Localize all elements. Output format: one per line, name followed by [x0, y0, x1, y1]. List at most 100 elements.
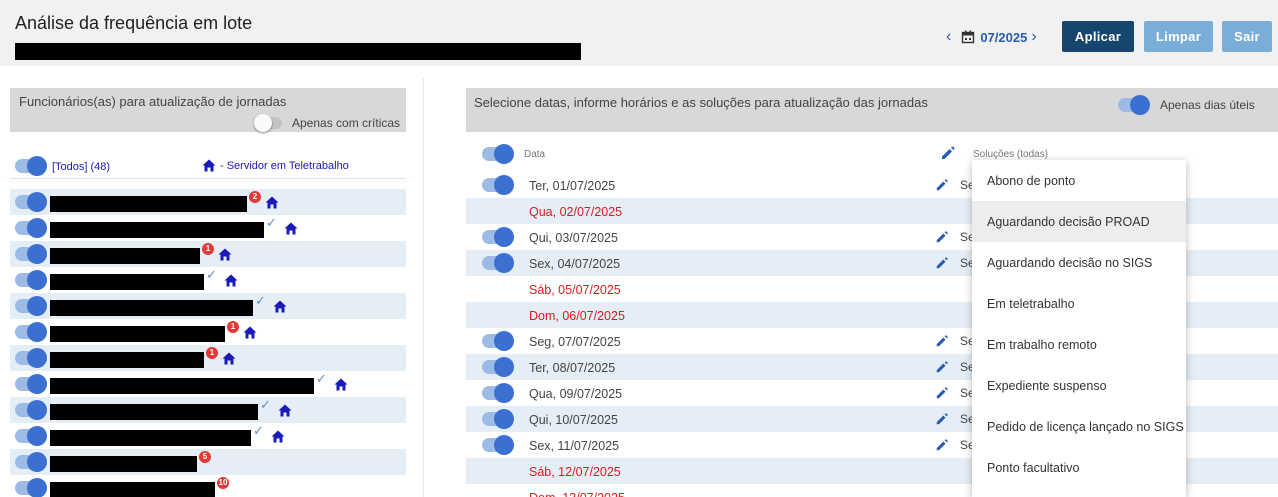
- check-icon: ✓: [255, 293, 266, 308]
- employee-toggle[interactable]: [15, 426, 47, 446]
- employees-panel-title: Funcionários(as) para atualização de jor…: [19, 94, 287, 109]
- critical-count-badge: 1: [202, 243, 214, 255]
- employee-toggle[interactable]: [15, 400, 47, 420]
- select-all-toggle[interactable]: [15, 156, 47, 176]
- edit-all-pencil-icon[interactable]: [940, 145, 956, 166]
- date-label: Sex, 04/07/2025: [529, 257, 621, 271]
- employees-list-header: [Todos] (48) - Servidor em Teletrabalho: [10, 153, 406, 179]
- home-icon: [334, 378, 348, 396]
- employee-row[interactable]: 2: [10, 189, 406, 215]
- solution-option[interactable]: Pedido de licença lançado no SIGS: [972, 406, 1186, 447]
- home-icon: [243, 326, 257, 344]
- edit-pencil-icon[interactable]: [935, 178, 949, 197]
- employee-row[interactable]: 1: [10, 241, 406, 267]
- employee-row[interactable]: 1: [10, 345, 406, 371]
- edit-pencil-icon[interactable]: [935, 334, 949, 353]
- critical-count-badge: 10: [217, 477, 229, 489]
- employees-list: [Todos] (48) - Servidor em Teletrabalho …: [10, 153, 406, 497]
- edit-pencil-icon[interactable]: [935, 256, 949, 275]
- solution-option[interactable]: Aguardando decisão no SIGS: [972, 242, 1186, 283]
- date-label: Sex, 11/07/2025: [529, 439, 620, 453]
- date-toggle[interactable]: [482, 383, 514, 403]
- edit-pencil-icon[interactable]: [935, 412, 949, 431]
- date-label: Sáb, 05/07/2025: [529, 283, 621, 297]
- solution-option[interactable]: Em teletrabalho: [972, 283, 1186, 324]
- date-toggle[interactable]: [482, 409, 514, 429]
- employee-row[interactable]: 10: [10, 475, 406, 497]
- panel-divider: [423, 78, 424, 497]
- clear-button[interactable]: Limpar: [1144, 21, 1213, 52]
- redacted-employee-name: [50, 196, 247, 212]
- solution-option[interactable]: Ponto facultativo: [972, 447, 1186, 488]
- home-icon: [224, 274, 238, 292]
- edit-pencil-icon[interactable]: [935, 438, 949, 457]
- date-label: Dom, 13/07/2025: [529, 491, 625, 497]
- period-value[interactable]: 07/2025: [980, 30, 1027, 45]
- employee-toggle[interactable]: [15, 322, 47, 342]
- edit-pencil-icon[interactable]: [935, 360, 949, 379]
- employee-toggle[interactable]: [15, 452, 47, 472]
- date-toggle[interactable]: [482, 435, 514, 455]
- employee-toggle[interactable]: [15, 296, 47, 316]
- employee-row[interactable]: ✓: [10, 423, 406, 449]
- date-toggle[interactable]: [482, 331, 514, 351]
- edit-pencil-icon[interactable]: [935, 230, 949, 249]
- redacted-employee-name: [50, 222, 264, 238]
- employee-toggle[interactable]: [15, 192, 47, 212]
- critical-only-label: Apenas com críticas: [292, 116, 401, 130]
- employee-row[interactable]: ✓: [10, 397, 406, 423]
- calendar-icon[interactable]: [961, 30, 975, 44]
- employee-row[interactable]: ✓: [10, 215, 406, 241]
- employee-toggle[interactable]: [15, 270, 47, 290]
- chevron-right-icon[interactable]: ›: [1027, 28, 1040, 46]
- date-toggle[interactable]: [482, 175, 514, 195]
- apply-button[interactable]: Aplicar: [1062, 21, 1134, 52]
- select-all-label[interactable]: [Todos] (48): [52, 161, 110, 173]
- solutions-column-header[interactable]: Soluções (todas): [973, 149, 1048, 160]
- date-toggle[interactable]: [482, 357, 514, 377]
- employee-row[interactable]: 1: [10, 319, 406, 345]
- date-toggle[interactable]: [482, 227, 514, 247]
- date-toggle[interactable]: [482, 253, 514, 273]
- redacted-subtitle: [15, 43, 581, 60]
- date-label: Qua, 09/07/2025: [529, 387, 623, 401]
- select-all-dates-toggle[interactable]: [482, 144, 514, 164]
- check-icon: ✓: [316, 371, 327, 386]
- home-icon: [278, 404, 292, 422]
- employee-row[interactable]: ✓: [10, 293, 406, 319]
- solution-option[interactable]: Aguardando decisão PROAD: [972, 201, 1186, 242]
- date-column-header: Data: [524, 149, 546, 160]
- redacted-employee-name: [50, 326, 225, 342]
- workdays-only-toggle[interactable]: [1118, 95, 1150, 115]
- page-title: Análise da frequência em lote: [15, 13, 253, 33]
- check-icon: ✓: [260, 397, 271, 412]
- redacted-employee-name: [50, 300, 253, 316]
- telework-legend: - Servidor em Teletrabalho: [202, 159, 349, 172]
- exit-button[interactable]: Sair: [1222, 21, 1272, 52]
- employee-toggle[interactable]: [15, 478, 47, 497]
- employee-row[interactable]: ✓: [10, 267, 406, 293]
- home-icon: [273, 300, 287, 318]
- edit-pencil-icon[interactable]: [935, 386, 949, 405]
- employee-toggle[interactable]: [15, 218, 47, 238]
- dates-panel-header: Selecione datas, informe horários e as s…: [466, 88, 1278, 132]
- employee-row[interactable]: ✓: [10, 371, 406, 397]
- employee-row[interactable]: 5: [10, 449, 406, 475]
- critical-only-toggle[interactable]: [254, 114, 282, 132]
- solution-option[interactable]: Expediente suspenso: [972, 365, 1186, 406]
- employee-toggle[interactable]: [15, 244, 47, 264]
- solution-option[interactable]: Em trabalho remoto: [972, 324, 1186, 365]
- chevron-left-icon[interactable]: ‹: [942, 28, 955, 46]
- date-label: Sáb, 12/07/2025: [529, 465, 621, 479]
- home-icon: [284, 222, 298, 240]
- solution-option[interactable]: Abono de ponto: [972, 160, 1186, 201]
- employee-toggle[interactable]: [15, 374, 47, 394]
- solutions-dropdown-menu: Abono de ponto Aguardando decisão PROAD Ag…: [972, 160, 1186, 497]
- home-icon: [218, 248, 232, 266]
- redacted-employee-name: [50, 430, 251, 446]
- employee-toggle[interactable]: [15, 348, 47, 368]
- date-label: Seg, 07/07/2025: [529, 335, 621, 349]
- critical-count-badge: 5: [199, 451, 211, 463]
- workdays-only-toggle-group: Apenas dias úteis: [1118, 95, 1255, 115]
- home-icon: [265, 196, 279, 214]
